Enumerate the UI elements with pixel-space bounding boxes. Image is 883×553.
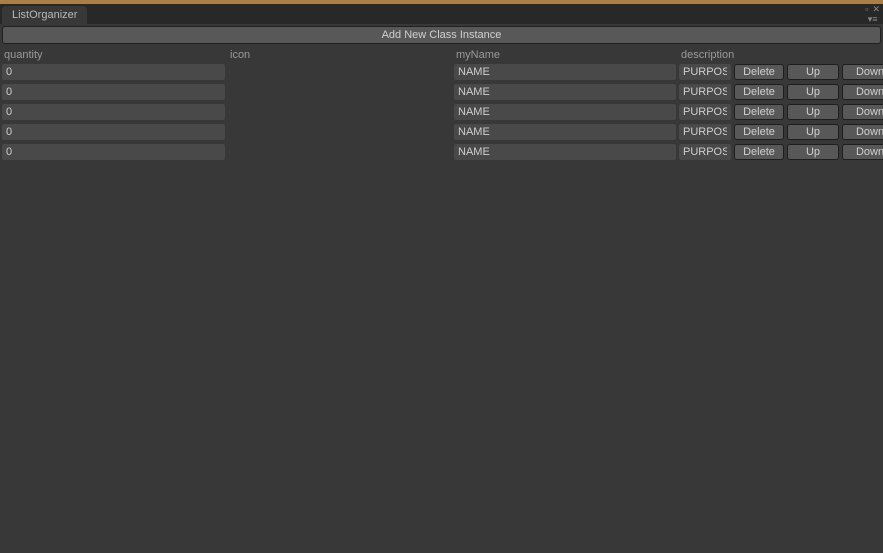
delete-button[interactable]: Delete bbox=[734, 104, 784, 120]
up-button[interactable]: Up bbox=[787, 124, 839, 140]
delete-button[interactable]: Delete bbox=[734, 64, 784, 80]
window-controls: ▫ ✕ ▾≡ bbox=[865, 6, 880, 23]
quantity-field[interactable] bbox=[2, 124, 225, 140]
up-button[interactable]: Up bbox=[787, 144, 839, 160]
myname-field[interactable] bbox=[454, 104, 676, 120]
delete-button[interactable]: Delete bbox=[734, 144, 784, 160]
data-grid: quantity icon myName description DeleteU… bbox=[2, 46, 881, 164]
header-spacer bbox=[842, 46, 883, 64]
quantity-field[interactable] bbox=[2, 144, 225, 160]
up-button[interactable]: Up bbox=[787, 64, 839, 80]
main-panel: Add New Class Instance quantity icon myN… bbox=[0, 24, 883, 166]
close-icon[interactable]: ✕ bbox=[872, 6, 880, 13]
icon-field[interactable] bbox=[228, 144, 451, 160]
description-field[interactable] bbox=[679, 124, 731, 140]
header-myname: myName bbox=[454, 46, 676, 64]
row-spacer bbox=[679, 160, 731, 164]
tab-bar: ListOrganizer ▫ ✕ ▾≡ bbox=[0, 4, 883, 24]
description-field[interactable] bbox=[679, 84, 731, 100]
delete-button[interactable]: Delete bbox=[734, 124, 784, 140]
row-spacer bbox=[787, 160, 839, 164]
quantity-field[interactable] bbox=[2, 64, 225, 80]
menu-icon[interactable]: ▾≡ bbox=[868, 16, 878, 23]
header-spacer bbox=[787, 46, 839, 64]
header-icon: icon bbox=[228, 46, 451, 64]
header-spacer bbox=[734, 46, 784, 64]
myname-field[interactable] bbox=[454, 64, 676, 80]
quantity-field[interactable] bbox=[2, 104, 225, 120]
row-spacer bbox=[228, 160, 451, 164]
description-field[interactable] bbox=[679, 104, 731, 120]
delete-button[interactable]: Delete bbox=[734, 84, 784, 100]
down-button[interactable]: Down bbox=[842, 84, 883, 100]
down-button[interactable]: Down bbox=[842, 144, 883, 160]
dock-icon[interactable]: ▫ bbox=[865, 6, 868, 13]
tab-label: ListOrganizer bbox=[12, 9, 77, 21]
down-button[interactable]: Down bbox=[842, 64, 883, 80]
row-spacer bbox=[454, 160, 676, 164]
row-spacer bbox=[734, 160, 784, 164]
myname-field[interactable] bbox=[454, 144, 676, 160]
up-button[interactable]: Up bbox=[787, 104, 839, 120]
up-button[interactable]: Up bbox=[787, 84, 839, 100]
header-quantity: quantity bbox=[2, 46, 225, 64]
add-button-label: Add New Class Instance bbox=[382, 29, 502, 41]
myname-field[interactable] bbox=[454, 84, 676, 100]
description-field[interactable] bbox=[679, 144, 731, 160]
myname-field[interactable] bbox=[454, 124, 676, 140]
header-description: description bbox=[679, 46, 731, 64]
icon-field[interactable] bbox=[228, 84, 451, 100]
icon-field[interactable] bbox=[228, 104, 451, 120]
row-spacer bbox=[842, 160, 883, 164]
icon-field[interactable] bbox=[228, 64, 451, 80]
quantity-field[interactable] bbox=[2, 84, 225, 100]
down-button[interactable]: Down bbox=[842, 104, 883, 120]
description-field[interactable] bbox=[679, 64, 731, 80]
row-spacer bbox=[2, 160, 225, 164]
icon-field[interactable] bbox=[228, 124, 451, 140]
down-button[interactable]: Down bbox=[842, 124, 883, 140]
tab-listorganizer[interactable]: ListOrganizer bbox=[2, 6, 87, 24]
add-new-class-instance-button[interactable]: Add New Class Instance bbox=[2, 26, 881, 44]
